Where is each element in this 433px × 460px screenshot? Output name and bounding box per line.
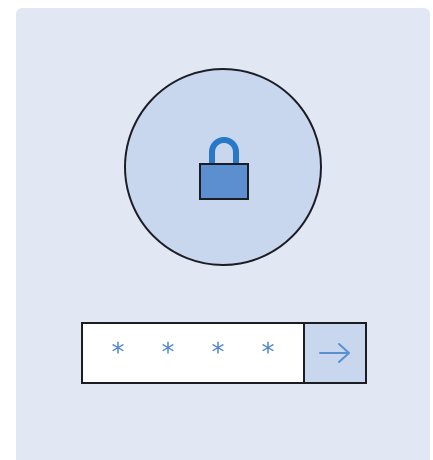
masked-char: *	[111, 338, 125, 368]
submit-button[interactable]	[303, 324, 365, 382]
arrow-right-icon	[319, 343, 350, 363]
password-input[interactable]: * * * *	[83, 324, 303, 382]
password-row: * * * *	[81, 322, 367, 384]
masked-char: *	[261, 338, 275, 368]
lock-icon	[199, 137, 249, 200]
lock-badge	[124, 68, 322, 266]
lock-screen-card: * * * *	[16, 8, 430, 460]
masked-char: *	[161, 338, 175, 368]
masked-char: *	[211, 338, 225, 368]
